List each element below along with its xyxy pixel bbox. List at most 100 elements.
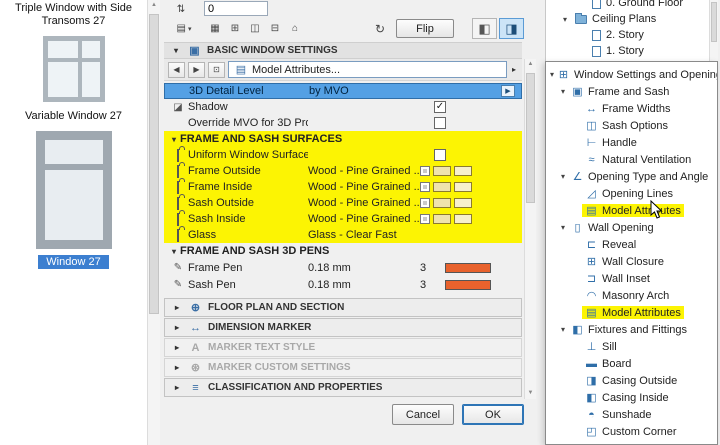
row-label: 3D Detail Level <box>189 85 264 97</box>
tree-item-frame-widths[interactable]: ↔ Frame Widths <box>546 100 717 117</box>
surface-chip-icon[interactable] <box>420 198 430 208</box>
scroll-up-icon[interactable]: ▲ <box>148 0 160 11</box>
subsection-frame-and-sash-surfaces[interactable]: ▾ FRAME AND SASH SURFACES <box>164 131 522 147</box>
flip-button[interactable]: Flip <box>396 19 454 38</box>
scrollbar-thumb[interactable] <box>149 14 159 314</box>
surface-swatch-secondary[interactable] <box>454 166 472 176</box>
offset-input[interactable] <box>204 1 268 16</box>
surface-swatch[interactable] <box>433 198 451 208</box>
next-page-button[interactable]: ▶ <box>188 61 205 78</box>
panel-tab-3[interactable]: ◫ <box>246 20 264 37</box>
section-basic-window-settings[interactable]: ▾ ▣ BASIC WINDOW SETTINGS <box>164 42 522 59</box>
section-classification-and-properties[interactable]: ▸ ≡ CLASSIFICATION AND PROPERTIES <box>164 378 522 397</box>
rotate-button[interactable]: ↻ <box>370 20 390 37</box>
panel-tab-5[interactable]: ⌂ <box>286 20 304 37</box>
selected-library-item-label[interactable]: Window 27 <box>38 255 109 269</box>
row-sash-inside[interactable]: Sash Inside Wood - Pine Grained ... <box>164 211 522 227</box>
scrollbar-thumb[interactable] <box>711 2 717 42</box>
surface-value[interactable]: Glass - Clear Fast <box>308 229 420 241</box>
row-uniform-window-surfaces[interactable]: Uniform Window Surfaces <box>164 147 522 163</box>
sort-order-button[interactable]: ⇅ <box>168 2 194 16</box>
surface-swatch-secondary[interactable] <box>454 182 472 192</box>
uniform-surfaces-checkbox[interactable] <box>434 149 446 161</box>
tree-item-wall-inset[interactable]: ⊐ Wall Inset <box>546 270 717 287</box>
tree-item-casing-outside[interactable]: ◨ Casing Outside <box>546 372 717 389</box>
section-dimension-marker[interactable]: ▸ ↔ DIMENSION MARKER <box>164 318 522 337</box>
orientation-left-toggle[interactable]: ◧ <box>472 18 497 39</box>
tree-item-sill[interactable]: ⊥ Sill <box>546 338 717 355</box>
row-sash-pen[interactable]: ✎ Sash Pen 0.18 mm 3 <box>164 276 522 293</box>
ok-button[interactable]: OK <box>462 404 524 425</box>
tree-item-natural-ventilation[interactable]: ≈ Natural Ventilation <box>546 151 717 168</box>
surface-value[interactable]: Wood - Pine Grained ... <box>308 165 420 177</box>
panel-tab-1[interactable]: ▦ <box>206 20 224 37</box>
tree-item-frame-and-sash[interactable]: ▾ ▣ Frame and Sash <box>546 83 717 100</box>
shadow-checkbox[interactable]: ✓ <box>434 101 446 113</box>
tree-item-handle[interactable]: ⊢ Handle <box>546 134 717 151</box>
tree-item-model-attributes-opening[interactable]: ▤ Model Attributes <box>546 202 717 219</box>
surface-swatch[interactable] <box>433 214 451 224</box>
pen-weight-value[interactable]: 0.18 mm <box>308 279 420 291</box>
navigator-item-ground-floor[interactable]: 0. Ground Floor <box>546 0 718 11</box>
override-mvo-checkbox[interactable] <box>434 117 446 129</box>
tree-item-wall-opening[interactable]: ▾ ▯ Wall Opening <box>546 219 717 236</box>
row-3d-detail-level[interactable]: 3D Detail Level by MVO ▶ <box>164 83 522 99</box>
flyout-arrow-button[interactable]: ▶ <box>501 85 515 97</box>
tree-item-reveal[interactable]: ⊏ Reveal <box>546 236 717 253</box>
row-frame-pen[interactable]: ✎ Frame Pen 0.18 mm 3 <box>164 259 522 276</box>
row-frame-inside[interactable]: Frame Inside Wood - Pine Grained ... <box>164 179 522 195</box>
navigator-scrollbar[interactable] <box>709 0 718 61</box>
surface-chip-icon[interactable] <box>420 214 430 224</box>
tree-item-wall-closure[interactable]: ⊞ Wall Closure <box>546 253 717 270</box>
navigator-folder-ceiling-plans[interactable]: ▾ Ceiling Plans <box>546 11 718 27</box>
tree-item-sash-options[interactable]: ◫ Sash Options <box>546 117 717 134</box>
surface-chip-icon[interactable] <box>420 166 430 176</box>
surface-swatch[interactable] <box>433 166 451 176</box>
panel-tab-4[interactable]: ⊟ <box>266 20 284 37</box>
row-frame-outside[interactable]: Frame Outside Wood - Pine Grained ... <box>164 163 522 179</box>
section-floor-plan-and-section[interactable]: ▸ ⊕ FLOOR PLAN AND SECTION <box>164 298 522 317</box>
subsection-frame-and-sash-3d-pens[interactable]: ▾ FRAME AND SASH 3D PENS <box>164 243 522 259</box>
surface-value[interactable]: Wood - Pine Grained ... <box>308 213 420 225</box>
tree-item-window-settings-and-opening[interactable]: ▾ ⊞ Window Settings and Opening <box>546 66 717 83</box>
window-thumbnail-triple[interactable] <box>42 36 105 102</box>
row-sash-outside[interactable]: Sash Outside Wood - Pine Grained ... <box>164 195 522 211</box>
surface-value[interactable]: Wood - Pine Grained ... <box>308 181 420 193</box>
tree-item-opening-lines[interactable]: ◿ Opening Lines <box>546 185 717 202</box>
tree-item-casing-inside[interactable]: ◧ Casing Inside <box>546 389 717 406</box>
window-thumbnail-selected[interactable] <box>35 131 112 249</box>
settings-scrollbar[interactable]: ▲ ▼ <box>524 59 536 399</box>
navigator-item-story-2[interactable]: 2. Story <box>546 27 718 43</box>
row-glass[interactable]: Glass Glass - Clear Fast <box>164 227 522 243</box>
tree-item-masonry-arch[interactable]: ◠ Masonry Arch <box>546 287 717 304</box>
scroll-down-icon[interactable]: ▼ <box>525 388 536 399</box>
navigator-item-story-1[interactable]: 1. Story <box>546 43 718 59</box>
pen-color-swatch[interactable] <box>445 279 491 290</box>
surface-chip-icon[interactable] <box>420 182 430 192</box>
surface-swatch-secondary[interactable] <box>454 198 472 208</box>
panel-tab-2[interactable]: ⊞ <box>226 20 244 37</box>
pen-weight-value[interactable]: 0.18 mm <box>308 262 420 274</box>
scrollbar-thumb[interactable] <box>526 73 535 203</box>
tree-item-sunshade[interactable]: ◓ Sunshade <box>546 406 717 423</box>
tree-item-custom-corner[interactable]: ◰ Custom Corner <box>546 423 717 440</box>
tree-item-board[interactable]: ▬ Board <box>546 355 717 372</box>
row-value[interactable]: by MVO <box>309 85 421 97</box>
surface-value[interactable]: Wood - Pine Grained ... <box>308 197 420 209</box>
cancel-button[interactable]: Cancel <box>392 404 454 425</box>
scroll-up-icon[interactable]: ▲ <box>525 59 536 70</box>
library-scrollbar[interactable]: ▲ <box>147 0 160 445</box>
row-override-mvo[interactable]: Override MVO for 3D Proje... <box>164 115 522 131</box>
tree-item-opening-type-and-angle[interactable]: ▾ ∠ Opening Type and Angle <box>546 168 717 185</box>
row-shadow[interactable]: ◪ Shadow ✓ <box>164 99 522 115</box>
library-view-split-button[interactable]: ▤ ▾ <box>168 20 200 37</box>
page-dropdown[interactable]: ▤ Model Attributes... <box>228 61 507 78</box>
surface-swatch-secondary[interactable] <box>454 214 472 224</box>
surface-swatch[interactable] <box>433 182 451 192</box>
orientation-right-toggle[interactable]: ◨ <box>499 18 524 39</box>
tree-item-model-attributes-wall[interactable]: ▤ Model Attributes <box>546 304 717 321</box>
tree-item-fixtures-and-fittings[interactable]: ▾ ◧ Fixtures and Fittings <box>546 321 717 338</box>
pen-color-swatch[interactable] <box>445 262 491 273</box>
transfer-settings-button[interactable]: ⊡ <box>208 61 225 78</box>
previous-page-button[interactable]: ◀ <box>168 61 185 78</box>
